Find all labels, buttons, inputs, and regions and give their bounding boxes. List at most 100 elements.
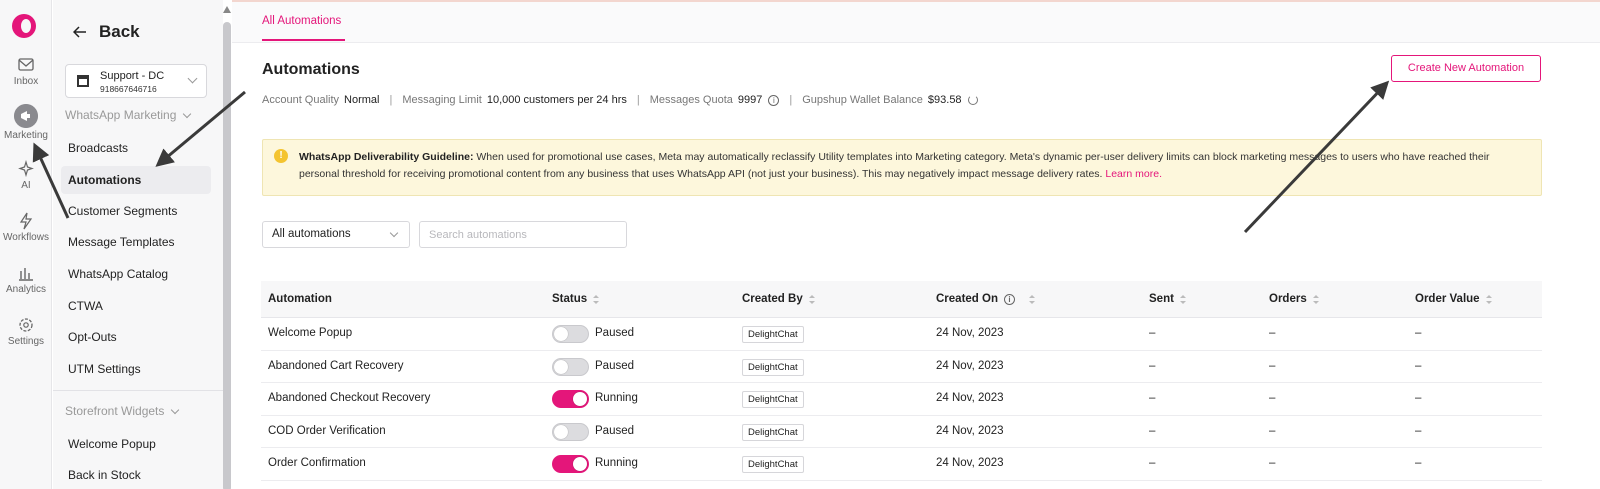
sent-value: – [1149, 424, 1156, 437]
banner-body: When used for promotional use cases, Met… [299, 151, 1490, 180]
status-toggle[interactable] [552, 455, 589, 473]
header-status[interactable]: Status [552, 293, 600, 305]
status-text: Running [595, 457, 638, 469]
banner-text: WhatsApp Deliverability Guideline: When … [299, 149, 1519, 183]
automation-name[interactable]: Abandoned Cart Recovery [268, 360, 404, 372]
sidebar-item-message-templates[interactable]: Message Templates [68, 235, 175, 249]
automation-name[interactable]: Welcome Popup [268, 327, 352, 339]
deliverability-banner: ! WhatsApp Deliverability Guideline: Whe… [262, 139, 1542, 196]
status-toggle[interactable] [552, 325, 589, 343]
status-text: Paused [595, 327, 635, 339]
sparkle-icon [18, 160, 34, 178]
created-on: 24 Nov, 2023 [936, 424, 1004, 437]
account-meta-bar: Account Quality Normal | Messaging Limit… [262, 94, 978, 106]
top-accent-line [232, 0, 1600, 2]
scroll-thumb[interactable] [223, 22, 231, 489]
header-created-on[interactable]: Created On i [936, 293, 1035, 305]
table-row[interactable]: COD Order Verification Paused DelightCha… [261, 416, 1542, 448]
status-text: Paused [595, 424, 635, 437]
status-text: Paused [595, 359, 635, 372]
sidebar-item-utm-settings[interactable]: UTM Settings [68, 362, 141, 376]
gear-icon [19, 318, 33, 332]
created-by-badge: DelightChat [742, 456, 804, 473]
header-orders[interactable]: Orders [1269, 293, 1319, 305]
sidebar-item-ctwa[interactable]: CTWA [68, 299, 103, 313]
status-toggle[interactable] [552, 390, 589, 408]
learn-more-link[interactable]: Learn more. [1105, 168, 1162, 180]
banner-title: WhatsApp Deliverability Guideline: [299, 151, 474, 163]
section-storefront-widgets[interactable]: Storefront Widgets [65, 404, 180, 418]
chevron-down-icon [183, 109, 192, 118]
back-button[interactable]: Back [73, 22, 140, 42]
rail-item-analytics[interactable]: Analytics [0, 264, 52, 295]
table-row[interactable]: Abandoned Cart Recovery Paused DelightCh… [261, 351, 1542, 383]
create-new-automation-button[interactable]: Create New Automation [1391, 55, 1541, 82]
created-by-badge: DelightChat [742, 423, 804, 441]
table-row[interactable]: Welcome Popup Paused DelightChat 24 Nov,… [261, 318, 1542, 351]
automation-filter-select[interactable]: All automations [262, 221, 410, 248]
meta-separator: | [789, 94, 793, 106]
header-sent[interactable]: Sent [1149, 293, 1186, 305]
store-phone: 918667646716 [100, 84, 157, 94]
sidebar: Back Support - DC 918667646716 WhatsApp … [53, 0, 223, 489]
sidebar-item-welcome-popup[interactable]: Welcome Popup [68, 437, 156, 451]
sidebar-item-opt-outs[interactable]: Opt-Outs [68, 330, 117, 344]
automation-name[interactable]: COD Order Verification [268, 425, 386, 437]
messaging-limit-label: Messaging Limit [402, 94, 482, 106]
sort-icon[interactable] [1312, 294, 1319, 304]
sort-icon[interactable] [593, 294, 600, 304]
sent-value: – [1149, 457, 1156, 469]
rail-item-workflows[interactable]: Workflows [0, 212, 52, 243]
rail-item-ai[interactable]: AI [0, 160, 52, 191]
active-tab-indicator [262, 39, 345, 41]
inbox-icon [18, 58, 34, 71]
orders-value: – [1269, 327, 1276, 339]
status-toggle[interactable] [552, 422, 589, 441]
created-by-badge: DelightChat [742, 358, 804, 376]
automation-name[interactable]: Order Confirmation [268, 457, 366, 469]
rail-item-marketing[interactable]: Marketing [0, 104, 52, 141]
info-icon[interactable]: i [768, 94, 780, 106]
sort-icon[interactable] [1179, 294, 1186, 304]
wallet-balance-label: Gupshup Wallet Balance [802, 94, 923, 106]
automation-name[interactable]: Abandoned Checkout Recovery [268, 392, 430, 404]
search-input[interactable] [419, 221, 627, 248]
store-selector[interactable]: Support - DC 918667646716 [65, 64, 207, 98]
rail-item-inbox[interactable]: Inbox [0, 56, 52, 87]
app-logo[interactable] [12, 14, 36, 38]
header-order-value[interactable]: Order Value [1415, 293, 1492, 305]
warning-icon: ! [274, 149, 288, 163]
meta-separator: | [389, 94, 393, 106]
section-whatsapp-marketing[interactable]: WhatsApp Marketing [65, 108, 192, 122]
chevron-down-icon [389, 228, 399, 238]
sidebar-item-automations[interactable]: Automations [61, 166, 211, 194]
sidebar-item-broadcasts[interactable]: Broadcasts [68, 141, 128, 155]
sidebar-divider [53, 390, 223, 391]
info-icon[interactable]: i [1004, 293, 1015, 305]
sort-icon[interactable] [1485, 294, 1492, 304]
chevron-down-icon [171, 405, 180, 414]
sent-value: – [1149, 359, 1156, 372]
tab-all-automations[interactable]: All Automations [262, 15, 341, 27]
account-quality-value: Normal [344, 94, 380, 106]
table-row[interactable]: Abandoned Checkout Recovery Running Deli… [261, 383, 1542, 416]
sidebar-item-whatsapp-catalog[interactable]: WhatsApp Catalog [68, 267, 168, 281]
rail-item-settings[interactable]: Settings [0, 316, 52, 347]
order-value: – [1415, 424, 1422, 437]
refresh-icon[interactable] [967, 95, 978, 105]
lightning-icon [19, 212, 33, 230]
sort-icon[interactable] [1029, 294, 1035, 304]
scroll-up-icon[interactable] [223, 6, 231, 13]
sort-icon[interactable] [808, 294, 815, 304]
status-toggle[interactable] [552, 357, 589, 376]
created-by-badge: DelightChat [742, 326, 804, 343]
sidebar-scrollbar[interactable] [222, 6, 232, 489]
table-row[interactable]: Order Confirmation Running DelightChat 2… [261, 448, 1542, 481]
orders-value: – [1269, 359, 1276, 372]
sidebar-item-back-in-stock[interactable]: Back in Stock [68, 468, 141, 482]
header-created-by[interactable]: Created By [742, 293, 815, 305]
megaphone-icon [14, 104, 38, 128]
sidebar-item-customer-segments[interactable]: Customer Segments [68, 204, 177, 218]
automations-table: Automation Status Created By Created On i… [261, 281, 1542, 481]
order-value: – [1415, 359, 1422, 372]
